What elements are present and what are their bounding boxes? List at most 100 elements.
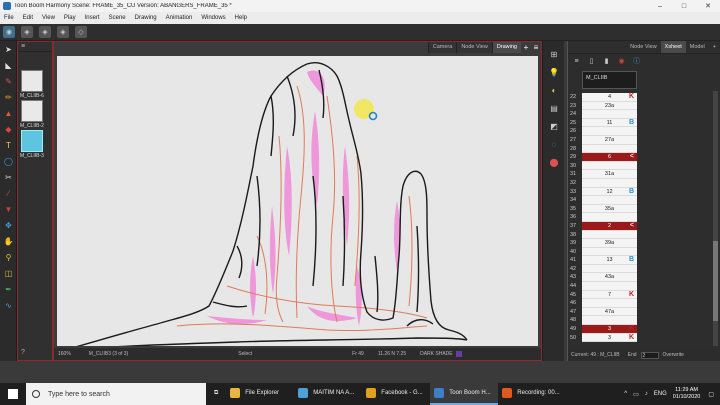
tab-node-view-right[interactable]: Node View [626,41,661,53]
menu-edit[interactable]: Edit [23,15,33,21]
exposure-cell[interactable] [582,110,637,119]
xsheet-row[interactable]: 42 [568,264,638,274]
pencil-tool-icon[interactable]: ✏ [3,92,14,103]
minimize-button[interactable]: – [648,0,672,12]
exposure-cell[interactable]: 11 B [582,118,637,128]
exposure-cell[interactable]: 35a [582,204,637,214]
pen-tool-icon[interactable]: ✒ [3,284,14,295]
exposure-cell[interactable]: 6 < [582,153,637,162]
menu-windows[interactable]: Windows [201,15,225,21]
exposure-cell[interactable] [582,213,637,222]
xsheet-row[interactable]: 23 23a [568,101,638,111]
exposure-cell[interactable]: 3K [582,325,637,334]
record-icon[interactable]: ◉ [617,57,626,66]
exposure-cell[interactable] [582,144,637,154]
overlay-icon[interactable]: ◩ [549,121,559,131]
taskbar-app[interactable]: File Explorer [226,383,294,405]
layers-icon[interactable]: ▤ [549,103,559,113]
tab-drawing[interactable]: Drawing [491,42,521,53]
task-view-icon[interactable]: ⧉ [206,383,226,405]
xsheet-scroll-thumb[interactable] [713,241,718,321]
paint-bucket-icon[interactable]: ⬤ [549,157,559,167]
insert-drawing-icon[interactable]: ▯ [587,57,596,66]
menu-help[interactable]: Help [235,15,247,21]
network-icon[interactable]: ▭ [633,391,639,398]
exposure-cell[interactable] [582,299,637,308]
layer-thumbnail-2[interactable] [21,100,43,122]
xsheet-row[interactable]: 50 3 K [568,333,638,343]
close-button[interactable]: ✕ [696,0,720,12]
eraser-tool-icon[interactable]: ◆ [3,124,14,135]
xsheet-row[interactable]: 39 39a [568,239,638,248]
xsheet-row[interactable]: 24 [568,110,638,119]
xsheet-row[interactable]: 26 [568,127,638,136]
end-input[interactable]: 2 [640,351,659,359]
clock[interactable]: 11:29 AM 01/10/2020 [673,387,701,401]
exposure-cell[interactable]: 13 B [582,256,637,265]
duplicate-drawing-icon[interactable]: ▮ [602,57,611,66]
taskbar-app[interactable]: Recording: 00... [498,383,566,405]
xsheet-menu-icon[interactable]: ≡ [572,57,581,66]
menu-animation[interactable]: Animation [166,15,193,21]
exposure-cell[interactable]: 31a [582,170,637,179]
exposure-cell[interactable]: 2 < [582,221,637,231]
xsheet-row[interactable]: 31 31a [568,170,638,179]
paint-tool-icon[interactable]: ▼ [3,204,14,215]
xsheet-row[interactable]: 36 [568,213,638,222]
exposure-cell[interactable]: 12 B [582,187,637,197]
taskbar-app[interactable]: Facebook - G... [362,383,430,405]
exposure-cell[interactable]: 43a [582,273,637,283]
menu-scene[interactable]: Scene [109,15,126,21]
info-icon[interactable]: ⓘ [632,57,641,66]
add-view-icon[interactable]: + [521,42,531,53]
xsheet-scrollbar[interactable] [713,91,718,346]
xsheet-row[interactable]: 44 [568,282,638,291]
notifications-icon[interactable]: ▢ [708,391,714,398]
cube-icon[interactable]: ◇ [75,26,87,38]
layer-thumbnail-1[interactable] [21,70,43,92]
view-menu-icon[interactable]: ≡ [531,42,541,53]
exposure-cell[interactable]: 47a [582,307,637,317]
start-button[interactable] [0,383,26,405]
exposure-cell[interactable]: 3K [582,333,637,343]
morph-tool-icon[interactable]: ◫ [3,268,14,279]
exposure-cell[interactable] [582,127,637,136]
layer-stack-icon[interactable]: ◈ [21,26,33,38]
xsheet-row[interactable]: 45 7 K [568,290,638,300]
exposure-cell[interactable]: 4K [582,93,637,102]
zoom-level[interactable]: 160% [58,351,71,357]
xsheet-row[interactable]: 30 [568,161,638,171]
exposure-cell[interactable]: 7K [582,290,637,300]
zoom-tool-icon[interactable]: ⚲ [3,252,14,263]
layer-stack-2-icon[interactable]: ◈ [39,26,51,38]
xsheet-row[interactable]: 37 2 < [568,221,638,231]
overwrite-dropdown[interactable]: Overwrite [663,352,684,358]
xsheet-row[interactable]: 46 [568,299,638,308]
question-icon[interactable]: ? [21,349,25,356]
xsheet-row[interactable]: 25 11 B [568,118,638,128]
tab-model[interactable]: Model [686,41,709,53]
xsheet-row[interactable]: 22 4 K [568,93,638,102]
exposure-cell[interactable] [582,282,637,291]
xsheet-column-header[interactable]: M_CLIIB [582,71,637,89]
exposure-cell[interactable] [582,196,637,205]
hand-tool-icon[interactable]: ✋ [3,236,14,247]
exposure-cell[interactable] [582,264,637,274]
grid-icon[interactable]: ⊞ [549,49,559,59]
xsheet-row[interactable]: 34 [568,196,638,205]
tab-node-view[interactable]: Node View [456,42,492,53]
exposure-cell[interactable]: 23a [582,101,637,111]
exposure-cell[interactable]: 27a [582,135,637,145]
xsheet-add-icon[interactable]: + [709,41,720,53]
layer-stack-3-icon[interactable]: ◈ [57,26,69,38]
select-tool-icon[interactable]: ➤ [3,44,14,55]
xsheet-row[interactable]: 27 27a [568,135,638,145]
tab-xsheet[interactable]: Xsheet [660,41,686,53]
menu-file[interactable]: File [4,15,14,21]
taskbar-app[interactable]: MAITIM NA A... [294,383,362,405]
menu-insert[interactable]: Insert [85,15,100,21]
xsheet-row[interactable]: 29 6 < [568,153,638,162]
panel-menu-icon[interactable]: ≡ [18,42,52,52]
onion-skin-icon[interactable]: ◐ [549,85,559,95]
dropper-tool-icon[interactable]: ⁄ [3,188,14,199]
